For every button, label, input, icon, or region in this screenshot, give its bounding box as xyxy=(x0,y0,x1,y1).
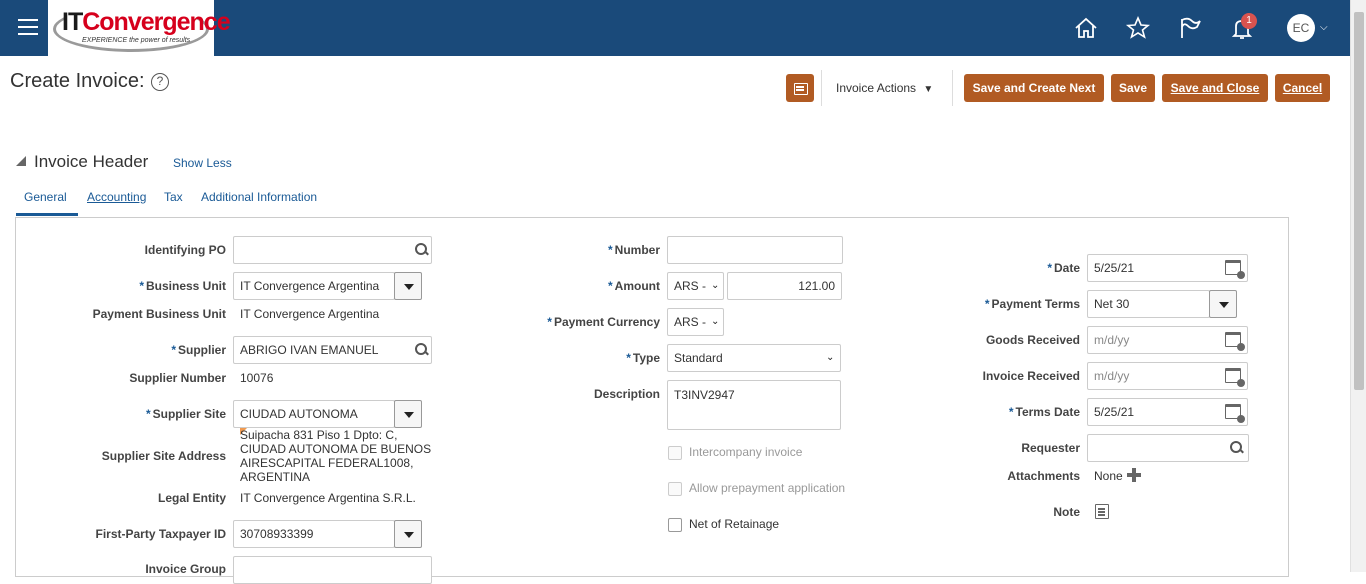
save-and-close-button[interactable]: Save and Close xyxy=(1162,74,1268,102)
requester-input[interactable] xyxy=(1087,434,1249,462)
type-select[interactable]: Standard xyxy=(667,344,841,372)
note-label: Note xyxy=(1053,505,1080,519)
payment-terms-dropdown-button[interactable] xyxy=(1209,290,1237,318)
cancel-button[interactable]: Cancel xyxy=(1275,74,1330,102)
page-title: Create Invoice: xyxy=(10,70,145,92)
chevron-down-icon[interactable]: ⌄ xyxy=(711,280,719,291)
payment-terms-label: * Payment Terms xyxy=(984,297,1080,311)
intercompany-invoice-label: Intercompany invoice xyxy=(689,445,803,459)
business-unit-label: * Business Unit xyxy=(139,279,226,293)
allow-prepayment-checkbox[interactable] xyxy=(668,482,682,496)
supplier-site-address-value: Suipacha 831 Piso 1 Dpto: C, CIUDAD AUTO… xyxy=(240,428,432,484)
save-button[interactable]: Save xyxy=(1111,74,1155,102)
net-of-retainage-checkbox[interactable] xyxy=(668,518,682,532)
section-title: Invoice Header xyxy=(34,152,149,171)
add-note-icon[interactable] xyxy=(1095,504,1109,519)
user-avatar[interactable]: EC xyxy=(1287,14,1315,42)
global-header: ITConvergence EXPERIENCE the power of re… xyxy=(0,0,1350,56)
number-input[interactable] xyxy=(667,236,843,264)
allow-prepayment-label: Allow prepayment application xyxy=(689,481,846,495)
business-unit-dropdown-button[interactable] xyxy=(394,272,422,300)
collapse-triangle-icon[interactable] xyxy=(16,156,26,166)
calendar-icon[interactable] xyxy=(1225,260,1245,279)
payment-business-unit-value: IT Convergence Argentina xyxy=(240,307,380,321)
terms-date-input[interactable]: 5/25/21 xyxy=(1087,398,1248,426)
tab-accounting[interactable]: Accounting xyxy=(87,190,146,204)
supplier-label: * Supplier xyxy=(171,343,226,357)
invoice-received-input[interactable]: m/d/yy xyxy=(1087,362,1248,390)
terms-date-label: * Terms Date xyxy=(1008,405,1080,419)
first-party-taxpayer-id-input[interactable]: 30708933399 xyxy=(233,520,395,548)
save-and-create-next-button[interactable]: Save and Create Next xyxy=(964,74,1104,102)
intercompany-invoice-checkbox[interactable] xyxy=(668,446,682,460)
first-party-taxpayer-id-label: First-Party Taxpayer ID xyxy=(95,527,227,541)
calendar-icon[interactable] xyxy=(1225,404,1245,423)
invoice-group-input[interactable] xyxy=(233,556,432,584)
amount-input[interactable]: 121.00 xyxy=(727,272,842,300)
menu-icon[interactable] xyxy=(18,19,38,37)
identifying-po-label: Identifying PO xyxy=(144,243,226,257)
divider xyxy=(952,70,953,106)
supplier-number-value: 10076 xyxy=(240,371,274,385)
amount-label: * Amount xyxy=(608,279,660,293)
search-icon[interactable] xyxy=(415,343,429,357)
divider xyxy=(821,70,822,106)
payment-currency-label: * Payment Currency xyxy=(547,315,660,329)
flag-icon[interactable] xyxy=(1177,15,1203,41)
chevron-down-icon: ▼ xyxy=(923,84,934,95)
chevron-down-icon[interactable]: ⌄ xyxy=(826,352,834,363)
vertical-scrollbar[interactable] xyxy=(1350,0,1366,572)
attachments-label: Attachments xyxy=(1007,469,1080,483)
type-label: * Type xyxy=(626,351,660,365)
chevron-down-icon[interactable]: ⌵ xyxy=(1320,22,1328,33)
requester-label: Requester xyxy=(1021,441,1080,455)
goods-received-label: Goods Received xyxy=(985,333,1080,347)
favorites-star-icon[interactable] xyxy=(1125,15,1151,41)
legal-entity-label: Legal Entity xyxy=(157,491,226,505)
number-label: * Number xyxy=(607,243,660,257)
help-icon[interactable]: ? xyxy=(151,73,169,91)
business-unit-input[interactable]: IT Convergence Argentina xyxy=(233,272,395,300)
calendar-icon[interactable] xyxy=(1225,332,1245,351)
taxpayer-id-dropdown-button[interactable] xyxy=(394,520,422,548)
notification-count-badge: 1 xyxy=(1241,13,1257,29)
tab-general[interactable]: General xyxy=(24,190,67,204)
goods-received-input[interactable]: m/d/yy xyxy=(1087,326,1248,354)
supplier-input[interactable]: ABRIGO IVAN EMANUEL xyxy=(233,336,432,364)
home-icon[interactable] xyxy=(1073,15,1099,41)
chevron-down-icon[interactable]: ⌄ xyxy=(711,316,719,327)
invoice-received-label: Invoice Received xyxy=(982,369,1080,383)
active-tab-indicator xyxy=(16,213,78,216)
legal-entity-value: IT Convergence Argentina S.R.L. xyxy=(240,491,416,505)
supplier-site-input[interactable]: CIUDAD AUTONOMA xyxy=(233,400,395,428)
tab-tax[interactable]: Tax xyxy=(164,190,183,204)
payment-terms-input[interactable]: Net 30 xyxy=(1087,290,1210,318)
supplier-site-address-label: Supplier Site Address xyxy=(101,449,226,463)
description-label: Description xyxy=(593,387,660,401)
supplier-site-label: * Supplier Site xyxy=(145,407,226,421)
date-label: * Date xyxy=(1047,261,1080,275)
add-attachment-icon[interactable] xyxy=(1127,468,1141,482)
net-of-retainage-label: Net of Retainage xyxy=(689,517,780,531)
search-icon[interactable] xyxy=(1230,441,1244,455)
calendar-icon[interactable] xyxy=(1225,368,1245,387)
supplier-number-label: Supplier Number xyxy=(129,371,226,385)
scrollbar-thumb[interactable] xyxy=(1354,12,1364,390)
view-image-button[interactable] xyxy=(786,74,814,102)
attachments-value: None xyxy=(1094,469,1123,483)
company-logo[interactable]: ITConvergence EXPERIENCE the power of re… xyxy=(48,0,231,56)
supplier-site-dropdown-button[interactable] xyxy=(394,400,422,428)
search-icon[interactable] xyxy=(415,243,429,257)
invoice-actions-menu[interactable]: Invoice Actions ▼ xyxy=(836,81,933,95)
date-input[interactable]: 5/25/21 xyxy=(1087,254,1248,282)
identifying-po-input[interactable] xyxy=(233,236,432,264)
payment-business-unit-label: Payment Business Unit xyxy=(92,307,226,321)
tab-additional-information[interactable]: Additional Information xyxy=(201,190,317,204)
show-less-link[interactable]: Show Less xyxy=(173,156,232,170)
invoice-group-label: Invoice Group xyxy=(145,562,226,576)
description-textarea[interactable]: T3INV2947 xyxy=(667,380,841,430)
